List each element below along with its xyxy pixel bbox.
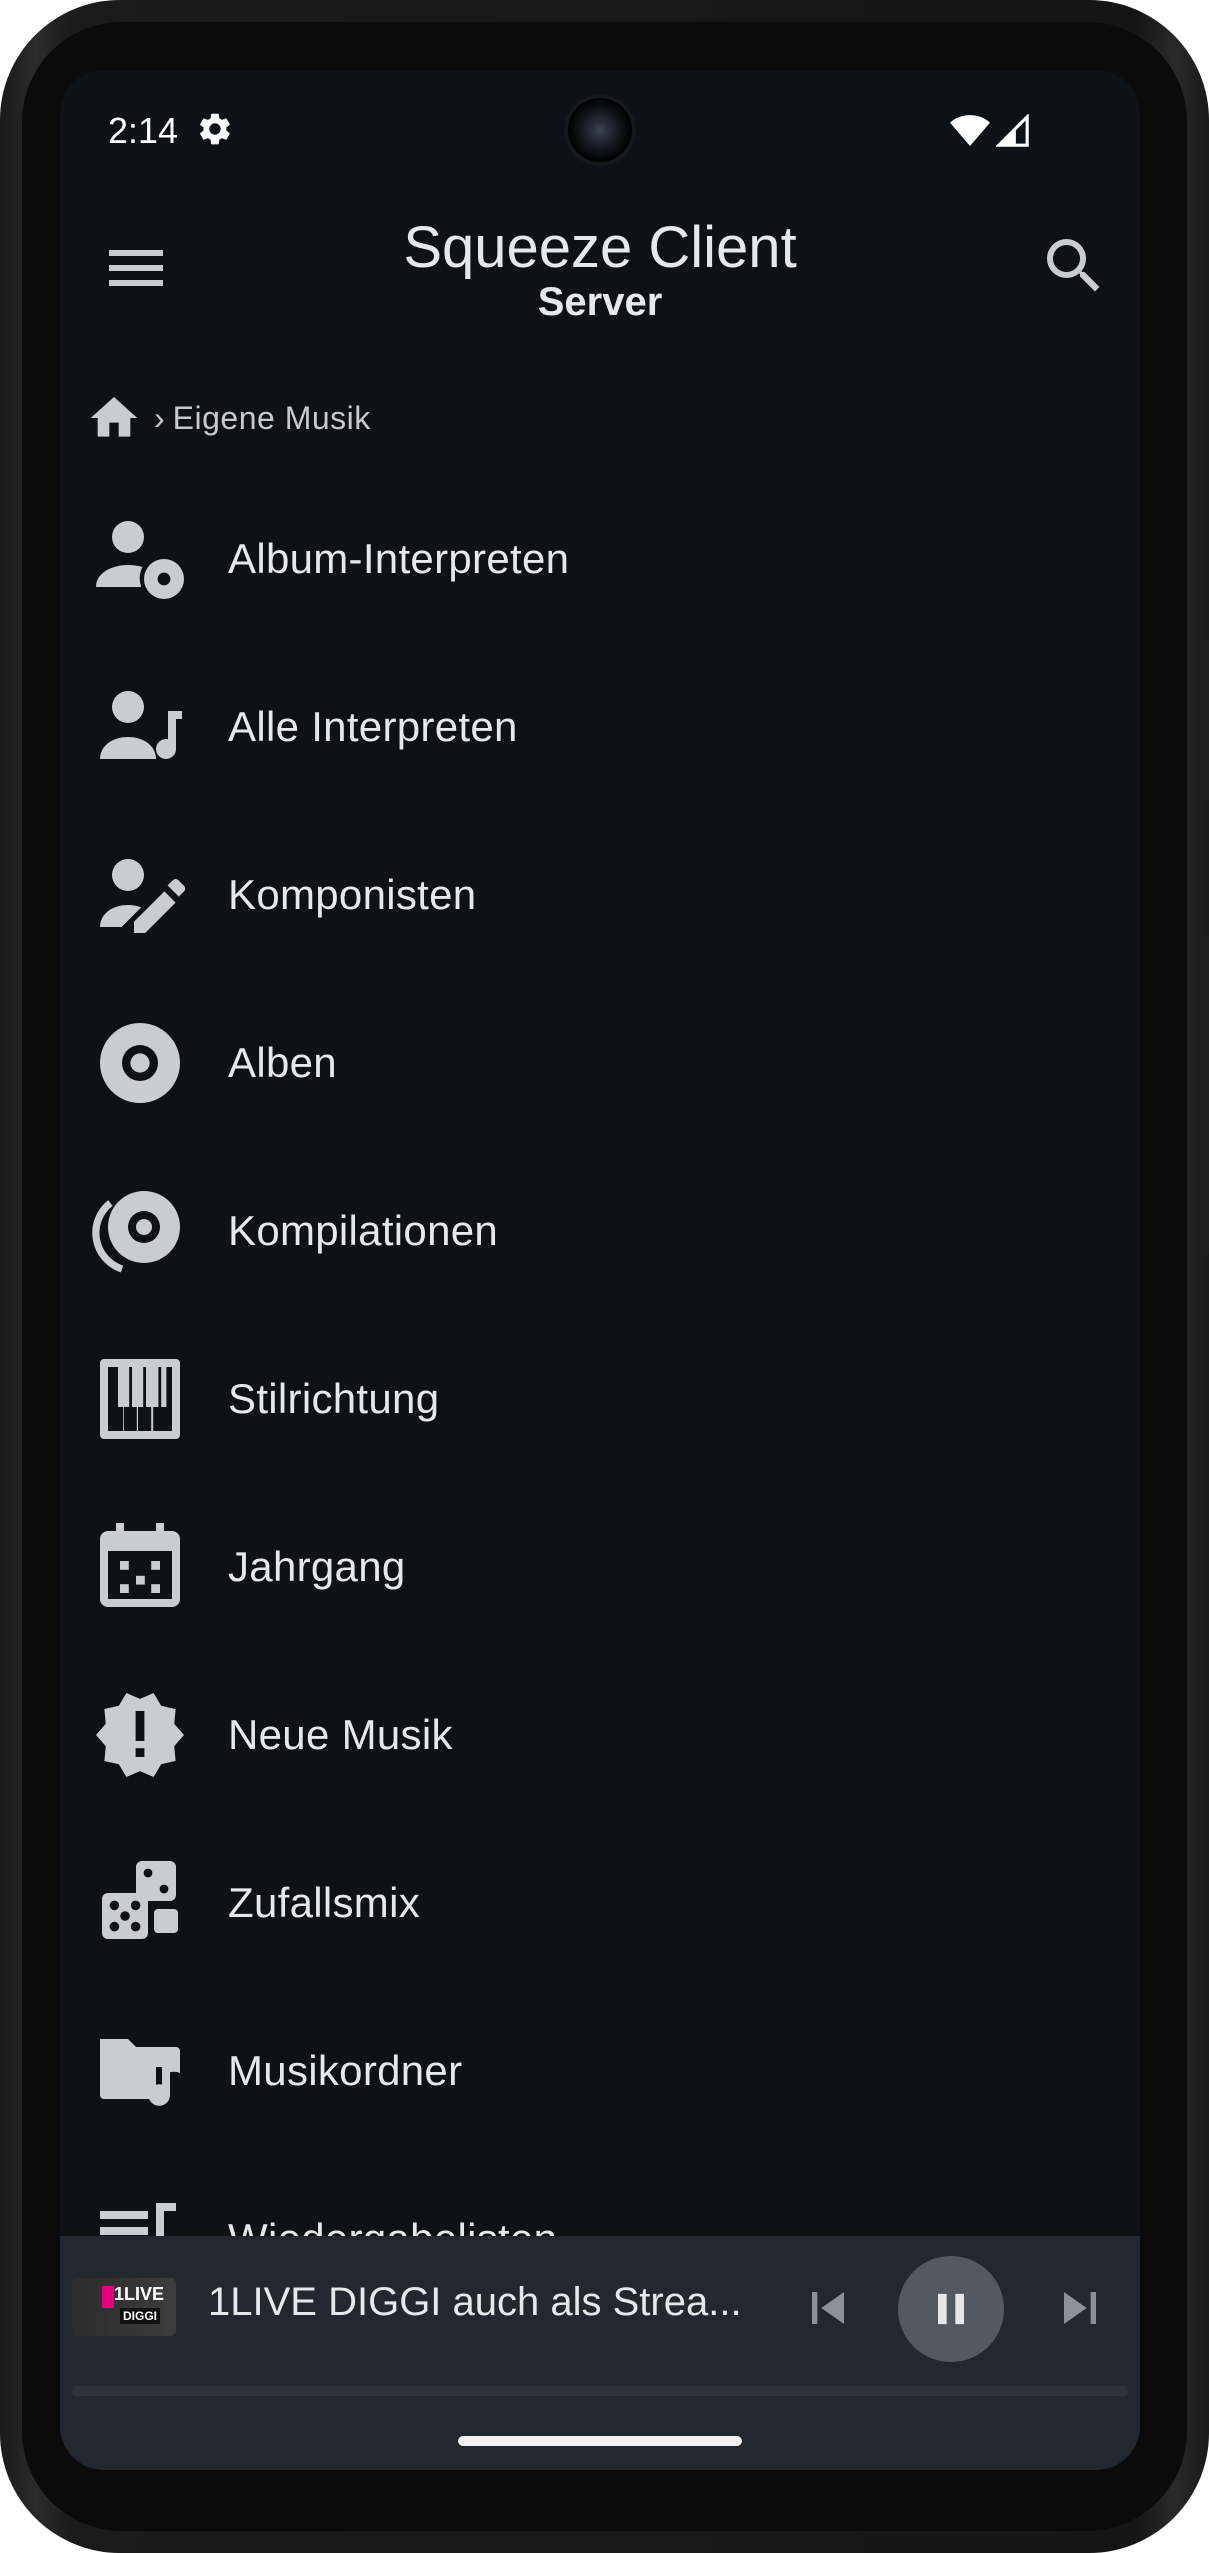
list-item-stilrichtung[interactable]: Stilrichtung <box>60 1315 1140 1483</box>
artwork-logo-text: 1LIVE <box>114 2284 165 2304</box>
list-item-musikordner[interactable]: Musikordner <box>60 1987 1140 2155</box>
list-item-label: Album-Interpreten <box>228 535 570 582</box>
now-playing-title[interactable]: 1LIVE DIGGI auch als Strea... <box>208 2280 742 2325</box>
status-bar: 2:14 <box>60 70 1140 200</box>
pause-button[interactable] <box>898 2256 1004 2362</box>
list-item-label: Neue Musik <box>228 1711 453 1758</box>
composer-icon <box>100 859 186 933</box>
volume-button <box>1199 640 1209 800</box>
list-item-label: Jahrgang <box>228 1543 406 1590</box>
list-item-alben[interactable]: Alben <box>60 979 1140 1147</box>
list-item-jahrgang[interactable]: Jahrgang <box>60 1483 1140 1651</box>
power-button <box>1199 935 1209 1255</box>
phone-frame: 2:14 Squeeze Client Server › Eigene Musi… <box>0 0 1209 2553</box>
breadcrumb-separator: › <box>154 399 165 436</box>
piano-icon <box>100 1359 180 1439</box>
skip-previous-icon[interactable] <box>796 2276 860 2340</box>
screen: 2:14 Squeeze Client Server › Eigene Musi… <box>60 70 1140 2470</box>
music-folder-icon <box>100 2039 180 2106</box>
breadcrumb-current[interactable]: Eigene Musik <box>173 400 371 437</box>
list-item-alle-interpreten[interactable]: Alle Interpreten <box>60 643 1140 811</box>
dice-icon <box>102 1861 178 1939</box>
list-item-kompilationen[interactable]: Kompilationen <box>60 1147 1140 1315</box>
server-subtitle: Server <box>537 280 663 324</box>
list-item-zufallsmix[interactable]: Zufallsmix <box>60 1819 1140 1987</box>
list-item-neue-musik[interactable]: Neue Musik <box>60 1651 1140 1819</box>
playback-progress-bar <box>72 2386 1128 2396</box>
settings-gear-icon <box>200 113 230 145</box>
list-item-label: Stilrichtung <box>228 1375 440 1422</box>
front-camera <box>568 98 632 162</box>
list-item-label: Musikordner <box>228 2047 463 2094</box>
skip-next-icon[interactable] <box>1048 2276 1112 2340</box>
list-item-label: Zufallsmix <box>228 1879 421 1926</box>
pause-icon <box>938 2293 964 2325</box>
home-indicator[interactable] <box>458 2436 742 2446</box>
calendar-icon <box>100 1523 180 1607</box>
list-item-komponisten[interactable]: Komponisten <box>60 811 1140 979</box>
home-icon[interactable] <box>86 390 142 446</box>
list-item-album-interpreten[interactable]: Album-Interpreten <box>60 475 1140 643</box>
music-menu-list: Album-Interpreten Alle Interpreten Kompo… <box>60 475 1140 2323</box>
new-alert-icon <box>96 1693 184 1777</box>
compilation-icon <box>92 1191 180 1273</box>
artwork-logo-subtext: DIGGI <box>120 2308 161 2324</box>
breadcrumb: › Eigene Musik <box>86 388 371 448</box>
cell-signal-icon <box>996 114 1029 147</box>
app-title: Squeeze Client <box>403 215 797 280</box>
search-icon[interactable] <box>1038 230 1110 302</box>
wifi-icon <box>950 115 990 146</box>
now-playing-bar[interactable]: 1LIVE DIGGI 1LIVE DIGGI auch als Strea..… <box>60 2236 1140 2470</box>
all-artists-icon <box>100 691 182 759</box>
list-item-label: Alle Interpreten <box>228 703 518 750</box>
status-time: 2:14 <box>108 110 179 151</box>
list-item-label: Komponisten <box>228 871 477 918</box>
album-artist-icon <box>96 521 184 599</box>
list-item-label: Alben <box>228 1039 337 1086</box>
app-bar: Squeeze Client Server <box>60 200 1140 350</box>
station-artwork: 1LIVE DIGGI <box>72 2278 176 2336</box>
album-disc-icon <box>100 1023 180 1103</box>
list-item-label: Kompilationen <box>228 1207 499 1254</box>
